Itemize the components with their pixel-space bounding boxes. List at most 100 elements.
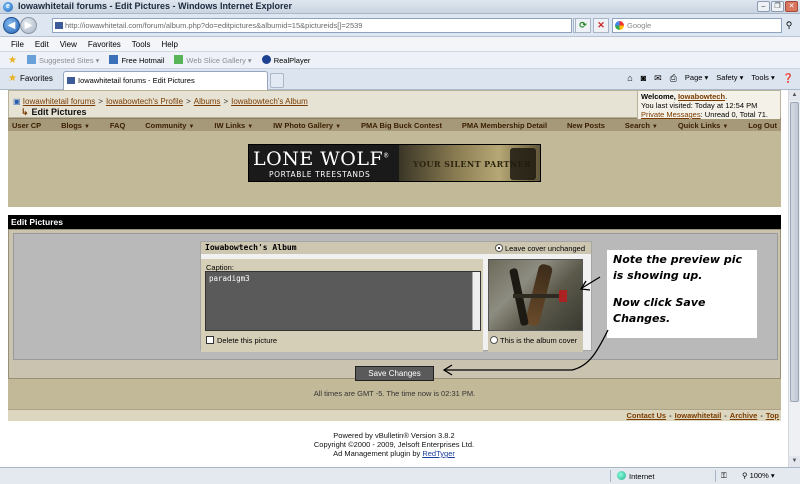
refresh-icon[interactable]: ⟳ (575, 18, 591, 33)
menu-tools[interactable]: Tools (132, 40, 151, 49)
caption-value: paradigm3 (209, 274, 250, 283)
lone-wolf-banner[interactable]: LONE WOLF® PORTABLE TREESTANDS YOUR SILE… (248, 144, 541, 182)
leave-cover-option[interactable]: Leave cover unchanged (494, 243, 585, 255)
dropdown-icon: ▼ (335, 123, 342, 130)
add-favorite-icon[interactable]: ★ (8, 55, 17, 66)
search-icon[interactable]: ⚲ (782, 18, 796, 33)
favorites-star-icon: ★ (8, 73, 17, 84)
nav-community[interactable]: Community ▼ (145, 121, 194, 130)
stop-icon[interactable]: ✕ (593, 18, 609, 33)
close-button[interactable]: ✕ (785, 1, 798, 12)
nav-iw-links[interactable]: IW Links ▼ (214, 121, 253, 130)
save-changes-button[interactable]: Save Changes (355, 366, 434, 381)
redtyger-link[interactable]: RedTyger (422, 449, 455, 458)
tab-active[interactable]: Iowawhitetail forums - Edit Pictures (63, 71, 268, 90)
private-messages-link[interactable]: Private Messages (641, 110, 701, 119)
leave-cover-radio[interactable] (494, 244, 503, 252)
new-tab-button[interactable] (270, 73, 284, 88)
username-link[interactable]: Iowabowtech (678, 92, 725, 101)
google-logo-icon (615, 21, 624, 30)
footer-archive[interactable]: Archive (730, 411, 758, 420)
mail-icon[interactable]: ✉ (654, 73, 662, 84)
help-icon[interactable]: ❓ (783, 73, 794, 84)
nav-quick-links[interactable]: Quick Links ▼ (678, 121, 728, 130)
album-title: Iowabowtech's Album (205, 243, 297, 252)
breadcrumb-profile[interactable]: Iowabowtech's Profile (106, 97, 183, 106)
delete-picture-checkbox[interactable] (206, 336, 214, 344)
nav-log-out[interactable]: Log Out (748, 121, 777, 130)
favorites-button[interactable]: ★ Favorites (8, 73, 53, 84)
tab-title: Iowawhitetail forums - Edit Pictures (78, 76, 195, 85)
powered-by: Powered by vBulletin® Version 3.8.2 (333, 431, 455, 440)
tab-favicon-icon (67, 77, 75, 84)
nav-search[interactable]: Search ▼ (625, 121, 658, 130)
nav-pma-big-buck-contest[interactable]: PMA Big Buck Contest (361, 121, 442, 130)
footer-top[interactable]: Top (766, 411, 779, 420)
breadcrumb: ▣ Iowawhitetail forums > Iowabowtech's Pro… (13, 97, 308, 106)
menu-favorites[interactable]: Favorites (88, 40, 121, 49)
link-free-hotmail[interactable]: Free Hotmail (109, 55, 164, 65)
search-input[interactable]: Google (612, 18, 782, 33)
page-title: ↳ Edit Pictures (21, 107, 87, 117)
forum-page: ▣ Iowawhitetail forums > Iowabowtech's Pro… (8, 90, 781, 421)
caption-textarea[interactable]: paradigm3 (205, 271, 481, 331)
security-zone[interactable]: Internet (617, 471, 654, 481)
menu-edit[interactable]: Edit (35, 40, 49, 49)
album-cover-radio[interactable] (490, 336, 498, 344)
menu-view[interactable]: View (60, 40, 77, 49)
menu-file[interactable]: File (11, 40, 24, 49)
menu-help[interactable]: Help (161, 40, 177, 49)
url-host: http://iowawhitetail.com (65, 21, 143, 30)
window-title: Iowawhitetail forums - Edit Pictures - W… (18, 1, 292, 11)
album-cover-option[interactable]: This is the album cover (490, 336, 577, 345)
nav-user-cp[interactable]: User CP (12, 121, 41, 130)
thumbnail-section: This is the album cover (488, 259, 583, 352)
home-icon[interactable]: ⌂ (627, 73, 632, 84)
zoom-level[interactable]: ⚲ 100% ▾ (742, 471, 775, 480)
nav-iw-photo-gallery[interactable]: IW Photo Gallery ▼ (273, 121, 341, 130)
dropdown-icon: ▼ (722, 123, 729, 130)
banner-tagline: PORTABLE TREESTANDS (269, 170, 371, 179)
dropdown-icon: ▼ (188, 123, 195, 130)
hotmail-icon (109, 55, 119, 64)
forward-button[interactable]: ▶ (20, 17, 37, 34)
nav-faq[interactable]: FAQ (110, 121, 125, 130)
suggested-sites-icon (26, 55, 36, 64)
breadcrumb-forums[interactable]: Iowawhitetail forums (23, 97, 95, 106)
breadcrumb-row: ▣ Iowawhitetail forums > Iowabowtech's Pro… (8, 90, 781, 119)
picture-preview-image[interactable] (488, 259, 583, 331)
minimize-button[interactable]: – (757, 1, 770, 12)
tab-bar: ★ Favorites Iowawhitetail forums - Edit P… (0, 69, 800, 90)
scroll-down-icon[interactable]: ▼ (789, 456, 800, 467)
url-path: /forum/album.php?do=editpictures&albumid… (142, 21, 363, 30)
nav-blogs[interactable]: Blogs ▼ (61, 121, 90, 130)
breadcrumb-album[interactable]: Iowabowtech's Album (231, 97, 308, 106)
footer-iowawhitetail[interactable]: Iowawhitetail (675, 411, 722, 420)
nav-pma-membership-detail[interactable]: PMA Membership Detail (462, 121, 547, 130)
breadcrumb-albums[interactable]: Albums (194, 97, 221, 106)
banner-treestand-icon (510, 148, 536, 180)
scroll-up-icon[interactable]: ▲ (789, 90, 800, 101)
back-button[interactable]: ◀ (3, 17, 20, 34)
delete-picture-option[interactable]: Delete this picture (206, 336, 277, 345)
note-line-2: Now click Save Changes. (613, 296, 706, 325)
address-input[interactable]: http://iowawhitetail.com/forum/album.php… (52, 18, 572, 33)
feeds-icon[interactable]: ◙ (641, 73, 646, 84)
footer-contact-us[interactable]: Contact Us (627, 411, 667, 420)
page-menu[interactable]: Page ▾ (685, 73, 708, 84)
link-suggested-sites[interactable]: Suggested Sites ▾ (26, 55, 99, 65)
ad-management-line: Ad Management plugin by RedTyger (333, 449, 455, 458)
forum-home-icon[interactable]: ▣ (13, 97, 21, 106)
tools-menu[interactable]: Tools ▾ (751, 73, 774, 84)
caption-scrollbar[interactable] (472, 272, 480, 330)
address-toolbar: ◀ ▶ http://iowawhitetail.com/forum/album… (0, 14, 800, 37)
page-scrollbar[interactable]: ▲ ▼ (788, 90, 800, 467)
print-icon[interactable]: ⎙ (670, 73, 677, 84)
scroll-thumb[interactable] (790, 102, 799, 402)
link-web-slice-gallery[interactable]: Web Slice Gallery ▾ (174, 55, 252, 65)
nav-new-posts[interactable]: New Posts (567, 121, 605, 130)
protected-mode-icon[interactable]: ⚿ (721, 471, 727, 481)
maximize-button[interactable]: ❐ (771, 1, 784, 12)
safety-menu[interactable]: Safety ▾ (716, 73, 743, 84)
link-realplayer[interactable]: RealPlayer (261, 55, 310, 65)
